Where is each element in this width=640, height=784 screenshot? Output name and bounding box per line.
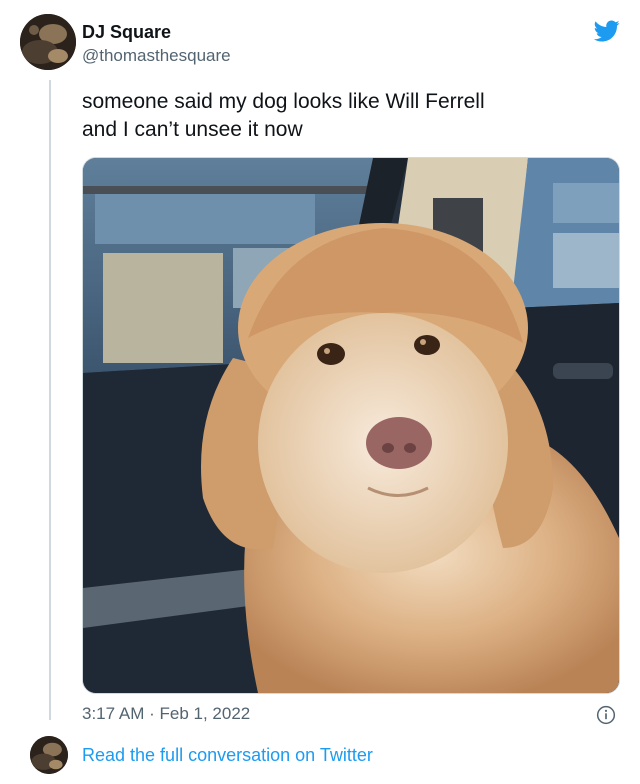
author-name[interactable]: DJ Square bbox=[82, 22, 171, 43]
footer-avatar[interactable] bbox=[30, 736, 68, 774]
twitter-bird-icon[interactable] bbox=[592, 18, 622, 44]
meta-separator: · bbox=[149, 704, 155, 723]
tweet-date: Feb 1, 2022 bbox=[159, 704, 251, 723]
dog-photo[interactable] bbox=[82, 157, 620, 694]
tweet-time: 3:17 AM bbox=[82, 704, 145, 723]
read-conversation-link[interactable]: Read the full conversation on Twitter bbox=[82, 745, 373, 766]
info-icon[interactable] bbox=[596, 705, 616, 725]
author-avatar[interactable] bbox=[20, 14, 76, 70]
thread-line bbox=[49, 80, 51, 720]
author-handle[interactable]: @thomasthesquare bbox=[82, 46, 231, 66]
tweet-timestamp[interactable]: 3:17 AM · Feb 1, 2022 bbox=[82, 704, 250, 724]
tweet-text-line: someone said my dog looks like Will Ferr… bbox=[82, 90, 485, 113]
tweet-text: someone said my dog looks like Will Ferr… bbox=[82, 88, 612, 144]
tweet-text-line: and I can’t unsee it now bbox=[82, 118, 303, 141]
